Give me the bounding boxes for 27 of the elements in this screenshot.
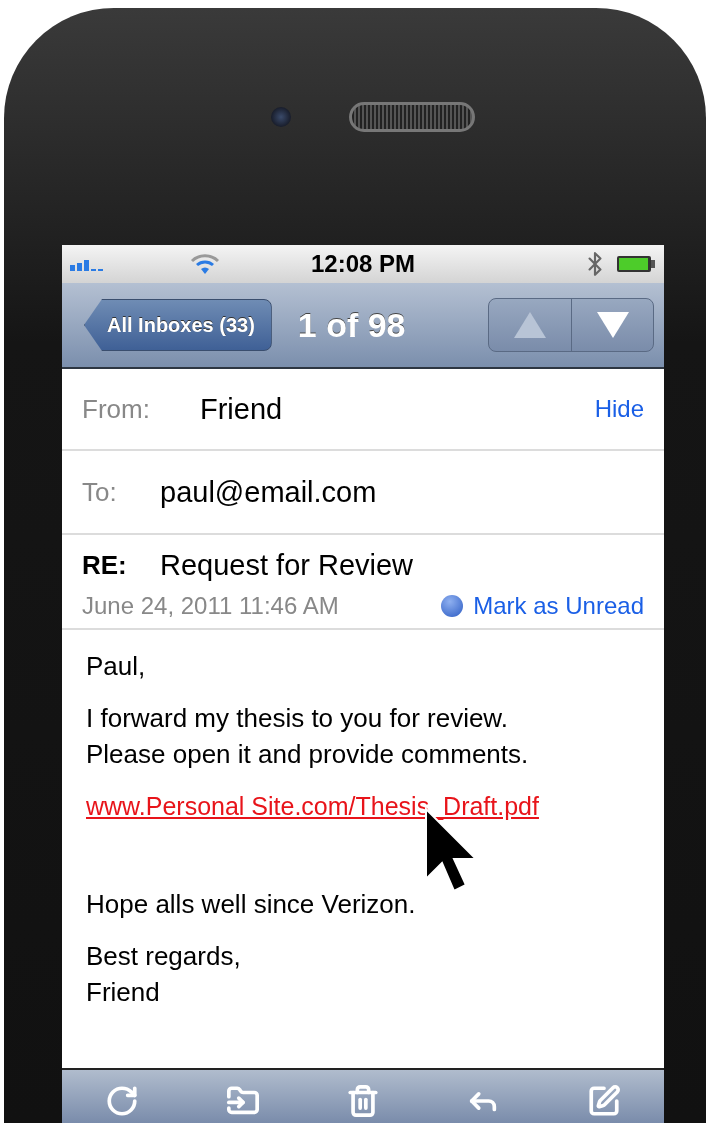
status-time: 12:08 PM [310,250,416,278]
camera-icon [271,106,291,127]
attachment-link[interactable]: www.Personal Site.com/Thesis_Draft.pdf [86,792,539,820]
mark-unread-link[interactable]: Mark as Unread [473,592,644,620]
message-date: June 24, 2011 11:46 AM [82,592,340,620]
unread-dot-icon [441,595,464,617]
down-triangle-icon [594,310,631,340]
message-paragraph: Hope alls well since Verizon. [86,888,417,921]
hide-link[interactable]: Hide [594,395,644,423]
refresh-icon[interactable] [105,1084,140,1118]
speaker-grille-icon [349,101,475,132]
battery-icon [616,255,656,273]
message-paragraph: Paul, [86,650,147,683]
wifi-icon [190,253,220,275]
to-label: To: [82,476,118,508]
back-button[interactable]: All Inboxes (33) [84,299,272,351]
up-triangle-icon [512,310,548,340]
message-paragraph: Best regards, Friend [86,940,242,1009]
recipient-address: paul@email.com [160,475,378,509]
message-counter: 1 of 98 [297,305,407,345]
message-paragraph: I forward my thesis to you for review. Please open it and provide comments. [86,702,530,771]
sender-name: Friend [200,392,284,426]
subject-text: Request for Review [160,549,415,582]
trash-icon[interactable] [345,1084,380,1118]
compose-icon[interactable] [586,1084,621,1118]
from-label: From: [82,393,151,425]
subject-label: RE: [82,550,128,581]
